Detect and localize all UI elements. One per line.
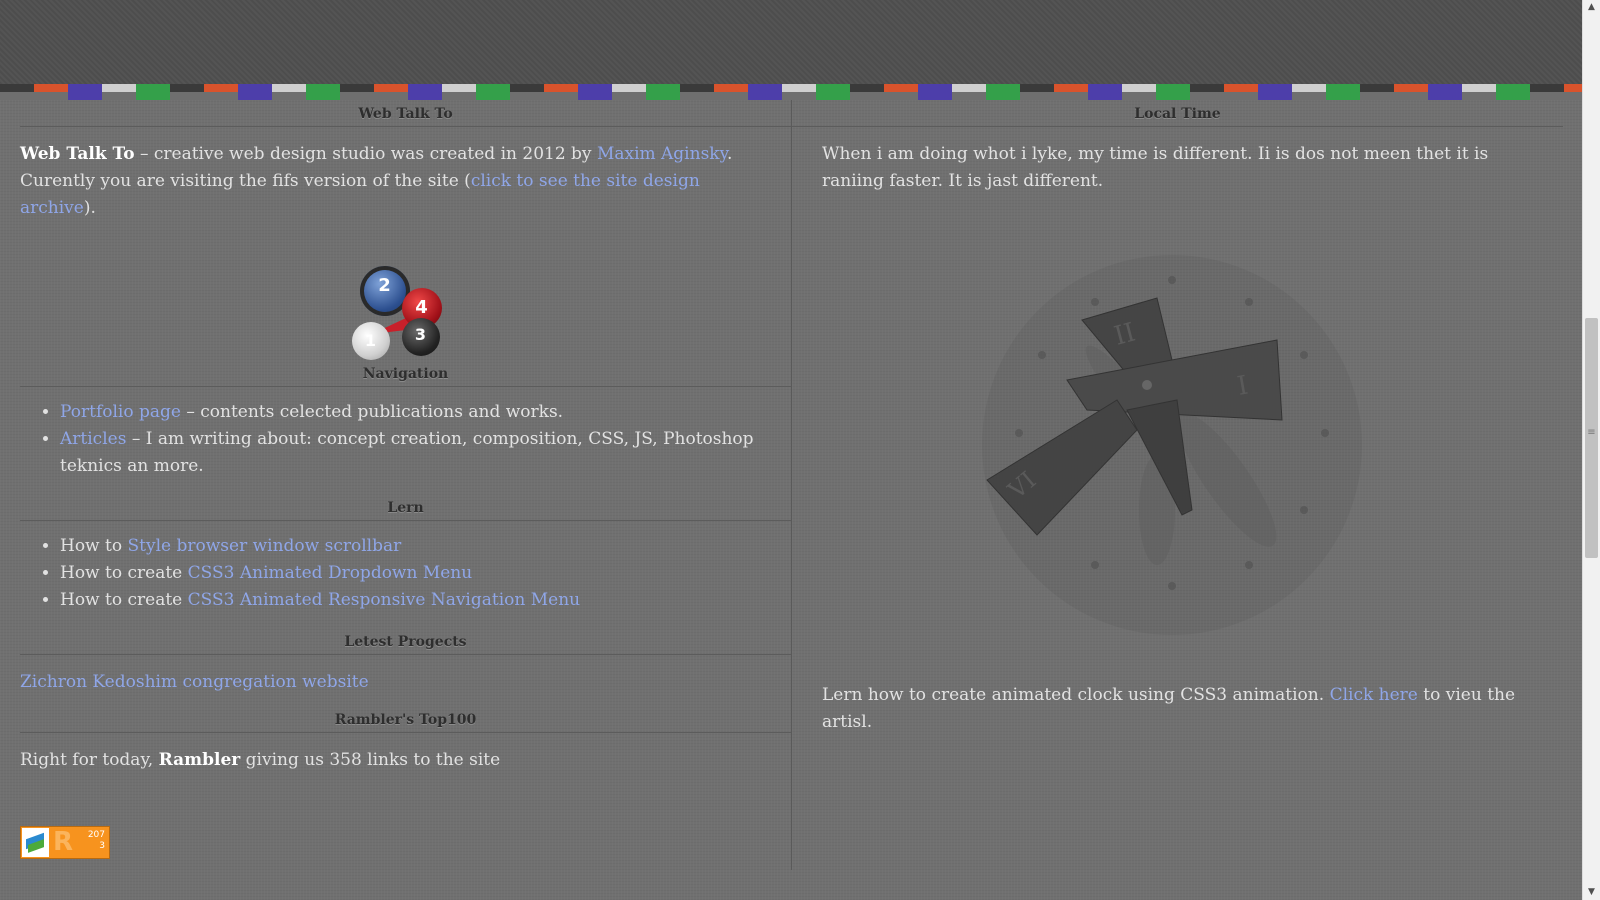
stripe-segment [1190,84,1224,92]
time-quote: When i am doing whot i lyke, my time is … [822,144,1489,191]
stripe-segment [612,84,646,92]
projects-title: Letest Progects [20,628,791,655]
stripe-segment [850,84,884,92]
stripe-segment [680,84,714,92]
dropdown-tutorial-link[interactable]: CSS3 Animated Dropdown Menu [188,563,473,583]
stripe-segment [544,84,578,92]
stripe-segment [782,84,816,92]
page-content: Web Talk To Web Talk To – creative web d… [0,100,1583,900]
scroll-up-arrow-icon[interactable]: ▲ [1583,0,1600,15]
stripe-segment [1258,84,1292,100]
stripe-segment [306,84,340,100]
responsive-nav-tutorial-link[interactable]: CSS3 Animated Responsive Navigation Menu [188,590,581,610]
clock-article-link[interactable]: Click here [1330,685,1418,705]
navigation-list: Portfolio page – contents celected publi… [20,399,771,480]
stripe-segment [884,84,918,92]
stripe-segment [646,84,680,100]
stripe-segment [476,84,510,100]
site-logo[interactable]: 2 4 3 1 [346,260,446,360]
analog-clock: II I VI [982,255,1362,635]
stripe-segment [1360,84,1394,92]
stripe-segment [816,84,850,100]
projects-text: Zichron Kedoshim congregation website [20,669,771,696]
stripe-segment [1156,84,1190,100]
stripe-segment [272,84,306,92]
stripe-segment [1530,84,1564,92]
stripe-segment [170,84,204,92]
logo-ball-1: 1 [351,322,390,360]
stripe-segment [1088,84,1122,100]
stripe-segment [238,84,272,100]
stripe-segment [204,84,238,92]
stripe-segment [1564,84,1583,92]
scrollbar-grip-icon: ≡ [1587,427,1596,438]
list-item: How to create CSS3 Animated Responsive N… [60,587,771,614]
stripe-segment [102,84,136,92]
project-link[interactable]: Zichron Kedoshim congregation website [20,672,369,692]
stripe-segment [1496,84,1530,100]
articles-link[interactable]: Articles [60,429,126,449]
scrollbar-tutorial-link[interactable]: Style browser window scrollbar [128,536,402,556]
about-text: Web Talk To – creative web design studio… [20,144,733,218]
stripe-segment [952,84,986,92]
right-column: Local Time When i am doing whot i lyke, … [792,100,1583,870]
navigation-title: Navigation [20,360,791,387]
header-band [0,0,1583,84]
stripe-segment [34,84,68,92]
decorative-stripe [0,84,1583,100]
learn-list: How to Style browser window scrollbar Ho… [20,533,771,614]
scrollbar-thumb[interactable]: ≡ [1585,318,1598,558]
stripe-segment [1224,84,1258,92]
rambler-logo-icon [22,828,49,857]
list-item: Articles – I am writing about: concept c… [60,426,771,480]
stripe-segment [1462,84,1496,92]
rambler-letters: R [53,827,74,857]
stripe-segment [1394,84,1428,92]
rambler-text: Right for today, Rambler giving us 358 l… [20,750,501,770]
stripe-segment [510,84,544,92]
stripe-segment [1292,84,1326,92]
stripe-segment [986,84,1020,100]
learn-title: Lern [20,494,791,521]
counter-values: 207 3 [87,830,105,851]
stripe-segment [68,84,102,100]
rambler-counter-badge[interactable]: R 207 3 [20,826,110,859]
stripe-segment [0,84,34,92]
stripe-segment [1020,84,1054,92]
stripe-segment [1122,84,1156,92]
stripe-segment [748,84,782,100]
list-item: Portfolio page – contents celected publi… [60,399,771,426]
list-item: How to create CSS3 Animated Dropdown Men… [60,560,771,587]
brand-name: Web Talk To [20,144,135,164]
list-item: How to Style browser window scrollbar [60,533,771,560]
stripe-segment [1428,84,1462,100]
logo-ball-3: 3 [401,318,440,356]
local-time-title: Local Time [792,100,1563,127]
page-scrollbar[interactable]: ▲ ≡ ▼ [1582,0,1600,900]
stripe-segment [714,84,748,92]
left-column: Web Talk To Web Talk To – creative web d… [0,100,792,870]
stripe-segment [442,84,476,92]
stripe-segment [1326,84,1360,100]
rambler-title: Rambler's Top100 [20,706,791,733]
stripe-segment [136,84,170,100]
clock-article-text: Lern how to create animated clock using … [822,685,1516,732]
stripe-segment [374,84,408,92]
about-title: Web Talk To [20,100,791,127]
portfolio-link[interactable]: Portfolio page [60,402,181,422]
stripe-segment [340,84,374,92]
stripe-segment [918,84,952,100]
stripe-segment [578,84,612,100]
stripe-segment [408,84,442,100]
scroll-down-arrow-icon[interactable]: ▼ [1583,885,1600,900]
author-link[interactable]: Maxim Aginsky [597,144,727,164]
stripe-segment [1054,84,1088,92]
